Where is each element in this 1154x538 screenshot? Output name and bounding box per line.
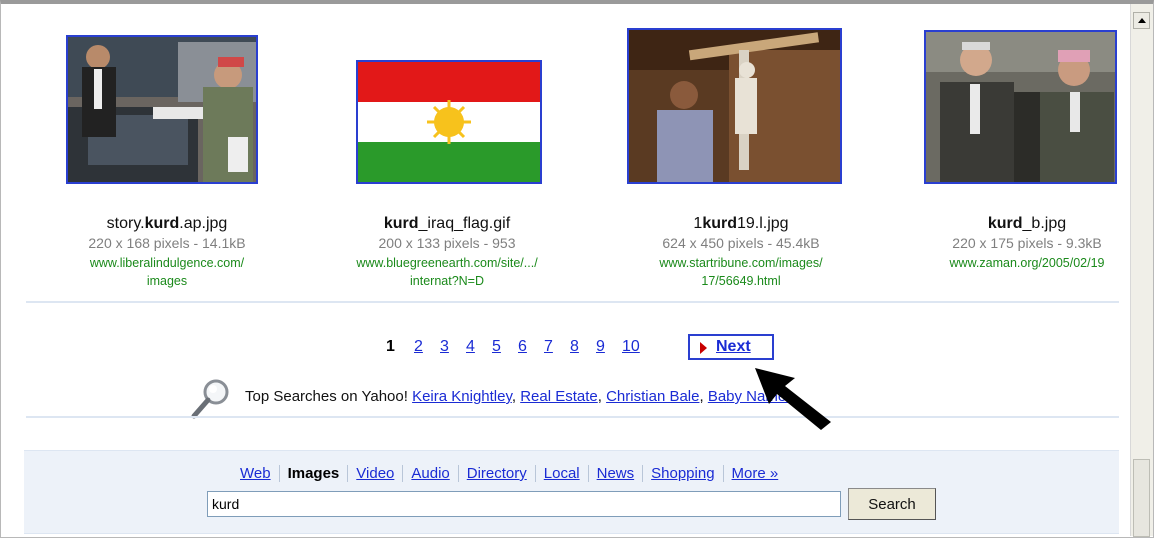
page-current: 1 [386, 338, 395, 355]
scroll-up-icon[interactable] [1133, 12, 1150, 29]
tab-more[interactable]: More » [724, 465, 787, 482]
next-page-button[interactable]: Next [688, 334, 774, 360]
search-bar: Web Images Video Audio Directory Local News Sho… [24, 450, 1119, 534]
scroll-thumb[interactable] [1133, 459, 1150, 537]
next-label: Next [716, 338, 751, 355]
result-filename-4[interactable]: kurd_b.jpg [882, 215, 1127, 233]
section-divider [26, 416, 1119, 418]
tab-news[interactable]: News [589, 465, 644, 482]
page-link-3[interactable]: 3 [440, 338, 449, 356]
result-thumbnail-1[interactable] [66, 35, 258, 184]
result-filename-2[interactable]: kurd_iraq_flag.gif [302, 215, 592, 233]
top-searches: Top Searches on Yahoo! Keira Knightley, … [245, 388, 794, 405]
search-input[interactable] [207, 491, 841, 517]
result-filename-3[interactable]: 1kurd19.l.jpg [596, 215, 886, 233]
result-url-2[interactable]: www.bluegreenearth.com/site/.../internat… [302, 254, 592, 290]
tab-images: Images [280, 465, 349, 482]
page-link-8[interactable]: 8 [570, 338, 579, 356]
page-link-2[interactable]: 2 [414, 338, 423, 356]
mouse-cursor-icon [755, 368, 831, 430]
page-link-9[interactable]: 9 [596, 338, 605, 356]
top-search-link-1[interactable]: Keira Knightley [412, 388, 512, 405]
search-vertical-tabs: Web Images Video Audio Directory Local News Sho… [232, 465, 786, 482]
image-search-results-page: story.kurd.ap.jpg 220 x 168 pixels - 14.… [6, 4, 1127, 536]
search-button[interactable]: Search [848, 488, 936, 520]
result-url-1[interactable]: www.liberalindulgence.com/images [22, 254, 312, 290]
result-meta-4: 220 x 175 pixels - 9.3kB [952, 235, 1102, 251]
section-divider [26, 301, 1119, 303]
page-link-7[interactable]: 7 [544, 338, 553, 356]
tab-web[interactable]: Web [232, 465, 280, 482]
page-link-10[interactable]: 10 [622, 338, 640, 356]
image-results-grid: story.kurd.ap.jpg 220 x 168 pixels - 14.… [6, 4, 1127, 294]
result-url-4[interactable]: www.zaman.org/2005/02/19 [882, 254, 1127, 272]
tab-shopping[interactable]: Shopping [643, 465, 724, 482]
top-search-link-3[interactable]: Christian Bale [606, 388, 699, 405]
vertical-scrollbar[interactable] [1130, 4, 1153, 537]
result-meta-2: 200 x 133 pixels - 953 [378, 235, 516, 251]
top-searches-label: Top Searches on Yahoo! [245, 388, 408, 405]
result-thumbnail-3[interactable] [627, 28, 842, 184]
result-thumbnail-2[interactable] [356, 60, 542, 184]
result-filename-1[interactable]: story.kurd.ap.jpg [22, 215, 312, 233]
tab-local[interactable]: Local [536, 465, 589, 482]
next-arrow-icon [700, 342, 707, 354]
top-search-link-2[interactable]: Real Estate [520, 388, 598, 405]
result-thumbnail-4[interactable] [924, 30, 1117, 184]
tab-directory[interactable]: Directory [459, 465, 536, 482]
tab-audio[interactable]: Audio [403, 465, 459, 482]
page-link-4[interactable]: 4 [466, 338, 475, 356]
page-link-5[interactable]: 5 [492, 338, 501, 356]
page-link-6[interactable]: 6 [518, 338, 527, 356]
result-meta-1: 220 x 168 pixels - 14.1kB [88, 235, 246, 251]
result-url-3[interactable]: www.startribune.com/images/17/56649.html [596, 254, 886, 290]
tab-video[interactable]: Video [348, 465, 404, 482]
result-meta-3: 624 x 450 pixels - 45.4kB [662, 235, 820, 251]
